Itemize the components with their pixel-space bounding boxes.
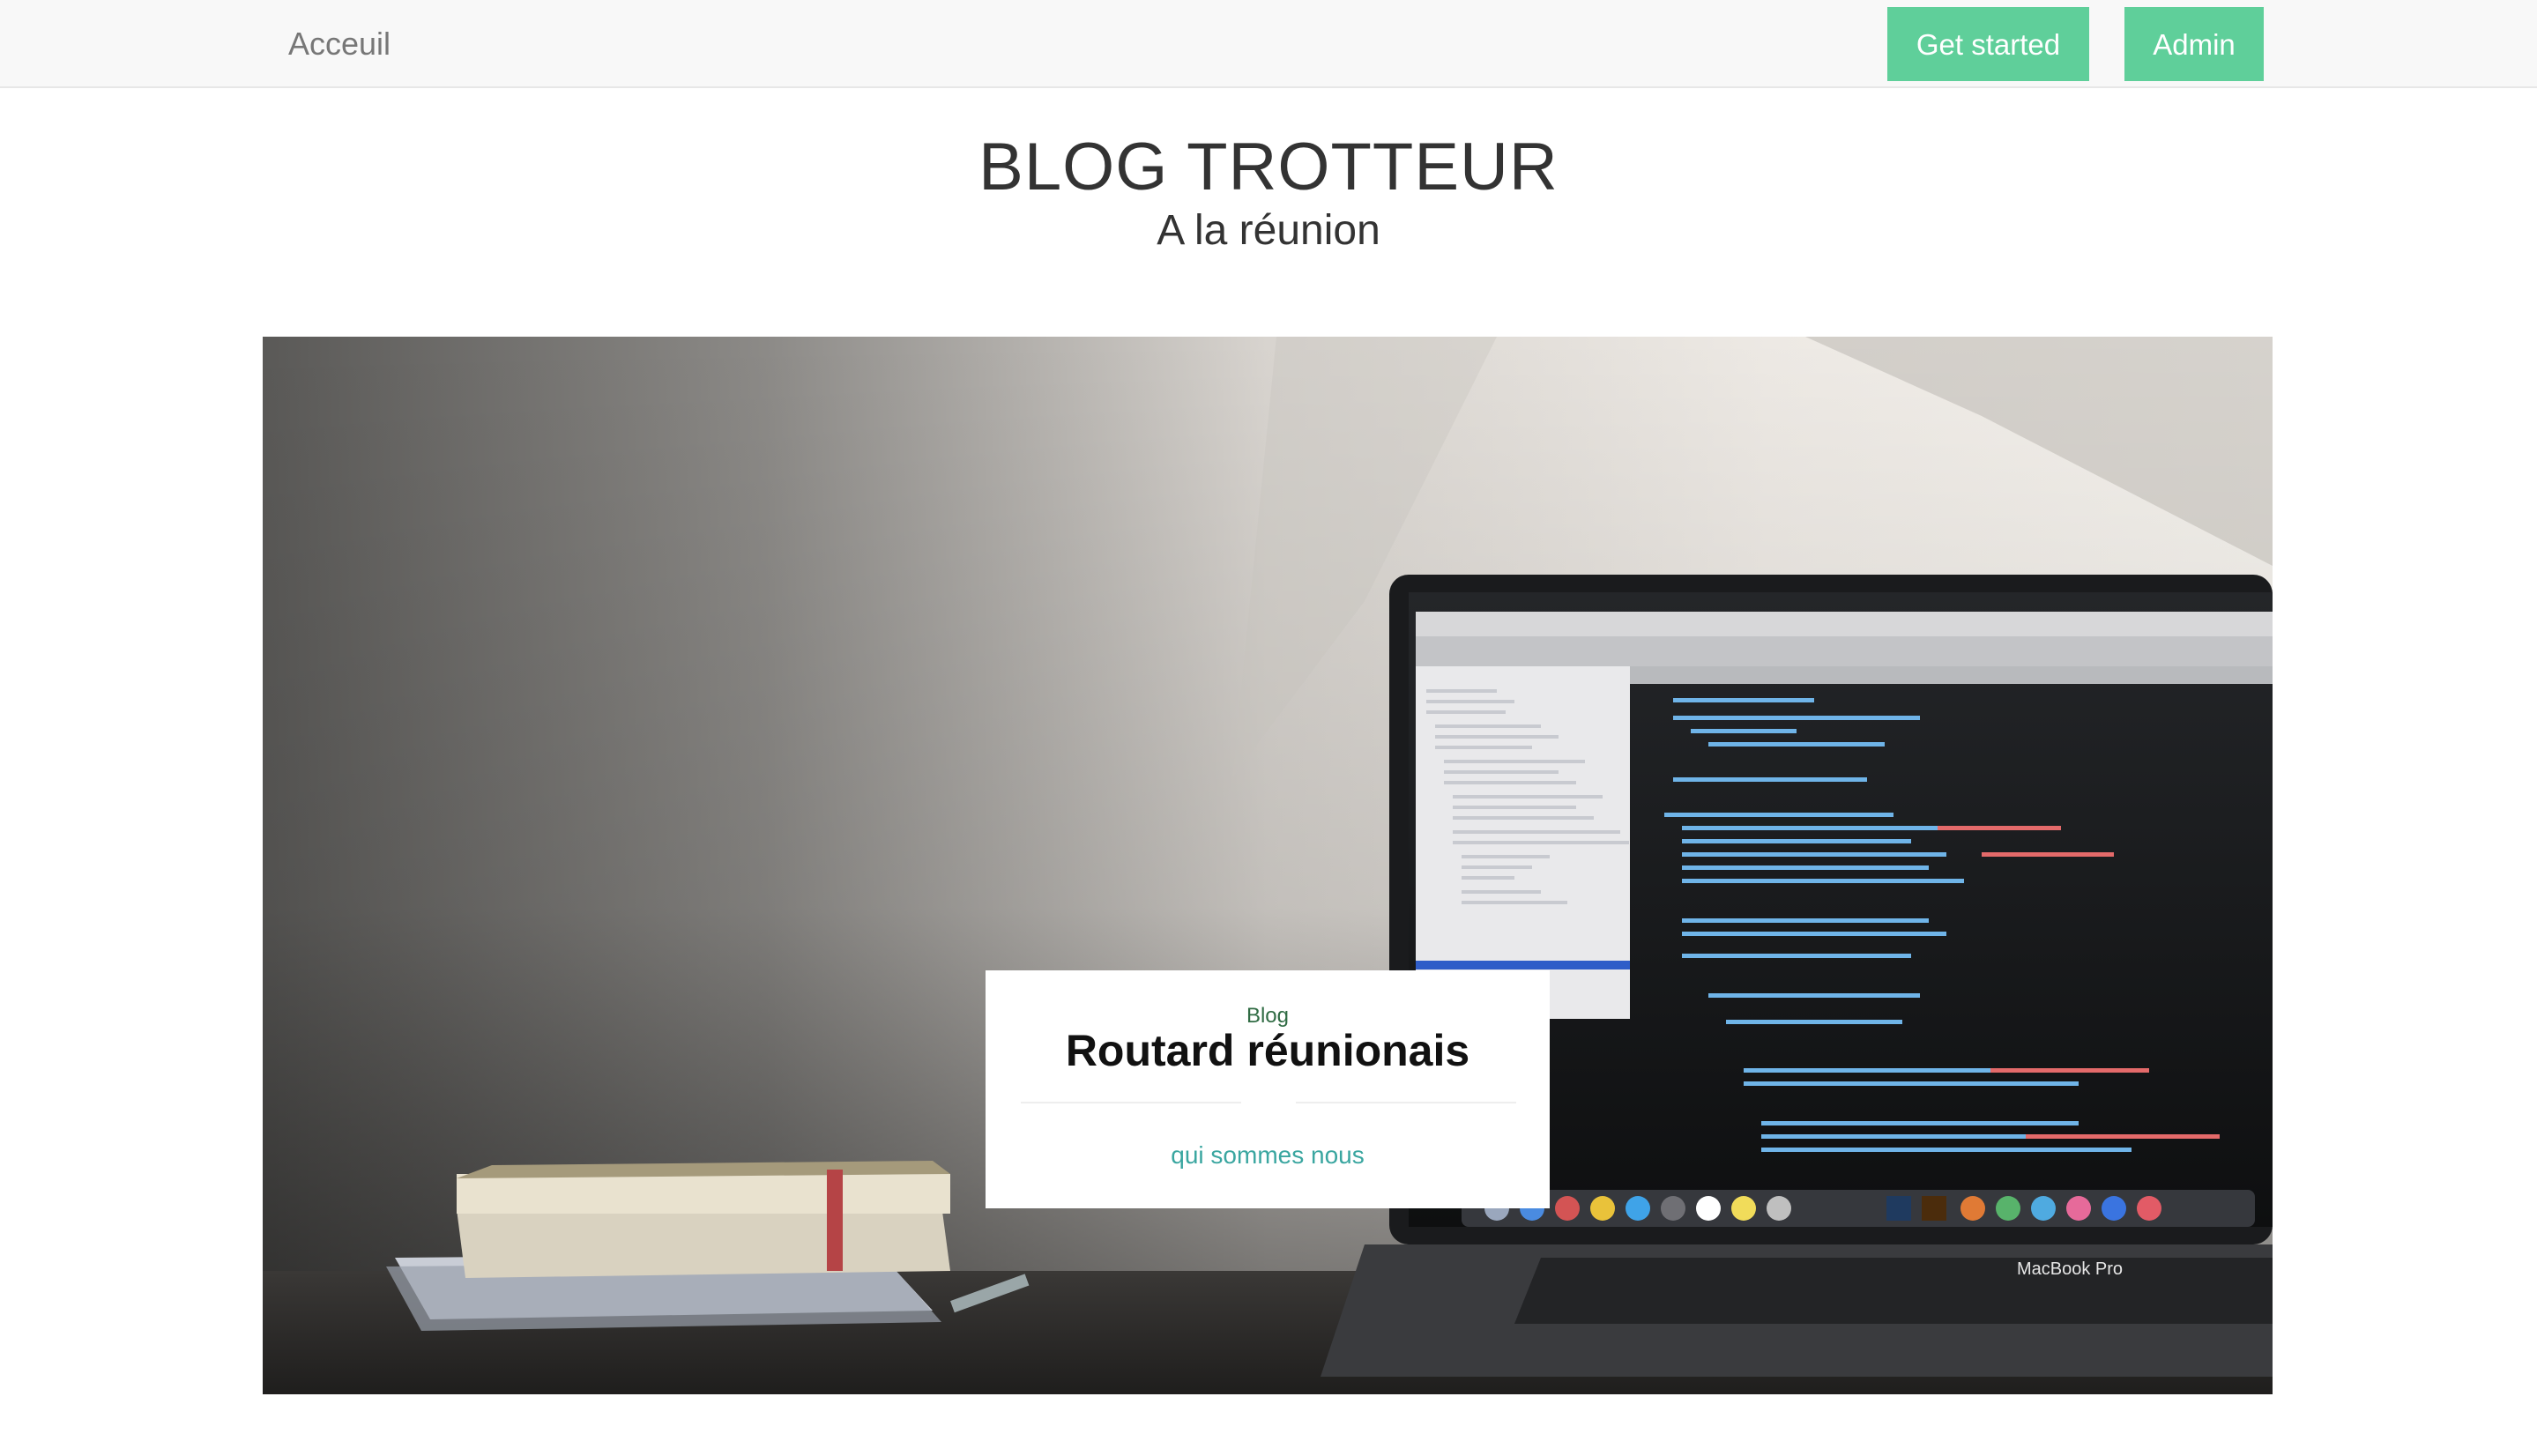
card-divider-right	[1296, 1102, 1516, 1103]
site-subtitle: A la réunion	[1157, 207, 1380, 254]
get-started-button[interactable]: Get started	[1887, 7, 2089, 81]
card-divider-left	[1021, 1102, 1241, 1103]
hero-photo: MacBook Pro	[263, 337, 2273, 1394]
site-header: BLOG TROTTEUR A la réunion	[0, 123, 2537, 257]
card-title: Routard réunionais	[1065, 1026, 1470, 1075]
navbar: Acceuil Get started Admin	[0, 0, 2537, 88]
site-title: BLOG TROTTEUR	[978, 130, 1559, 204]
laptop-brand-label: MacBook Pro	[2017, 1259, 2123, 1279]
hero-card: Blog Routard réunionais qui sommes nous	[986, 970, 1550, 1208]
admin-button[interactable]: Admin	[2124, 7, 2264, 81]
about-us-link[interactable]: qui sommes nous	[986, 1141, 1550, 1170]
hero-image: MacBook Pro	[263, 337, 2273, 1394]
nav-home-link[interactable]: Acceuil	[288, 25, 391, 63]
